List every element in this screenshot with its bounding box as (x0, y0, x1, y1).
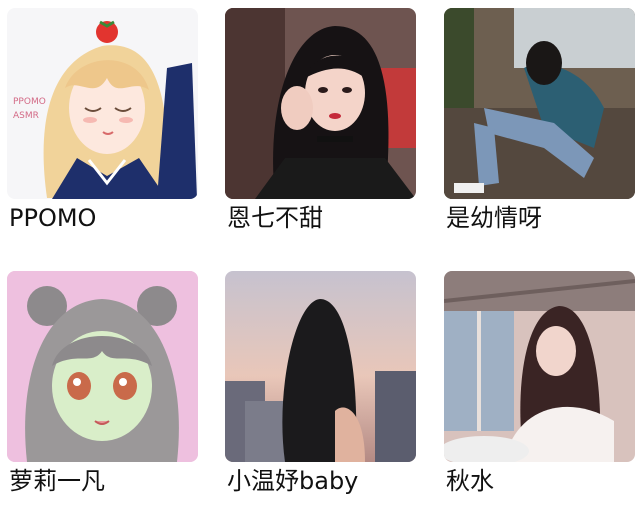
user-name[interactable]: 恩七不甜 (227, 204, 323, 232)
girl-dark-hair-photo (225, 8, 416, 199)
avatar[interactable]: PPOMO ASMR (7, 8, 198, 199)
avatar[interactable] (444, 8, 635, 199)
user-name[interactable]: 小温妤baby (227, 467, 358, 495)
avatar[interactable] (444, 271, 635, 462)
user-name[interactable]: PPOMO (9, 204, 96, 232)
girl-sofa-photo (444, 8, 635, 199)
anime-girl-grey-hair-image (7, 271, 198, 462)
user-name[interactable]: 是幼情呀 (446, 204, 542, 232)
avatar[interactable] (225, 271, 416, 462)
user-grid: PPOMO ASMR PPOMO 恩七不甜 是幼情呀 萝莉一凡 小温妤baby … (0, 0, 643, 507)
avatar[interactable] (7, 271, 198, 462)
girl-city-sunset-photo (225, 271, 416, 462)
girl-window-photo (444, 271, 635, 462)
svg-text:ASMR: ASMR (13, 111, 39, 121)
anime-girl-avatar-image: PPOMO ASMR (7, 8, 198, 199)
avatar[interactable] (225, 8, 416, 199)
image-text: PPOMO (13, 97, 46, 107)
user-name[interactable]: 秋水 (446, 467, 494, 495)
user-name[interactable]: 萝莉一凡 (9, 467, 105, 495)
